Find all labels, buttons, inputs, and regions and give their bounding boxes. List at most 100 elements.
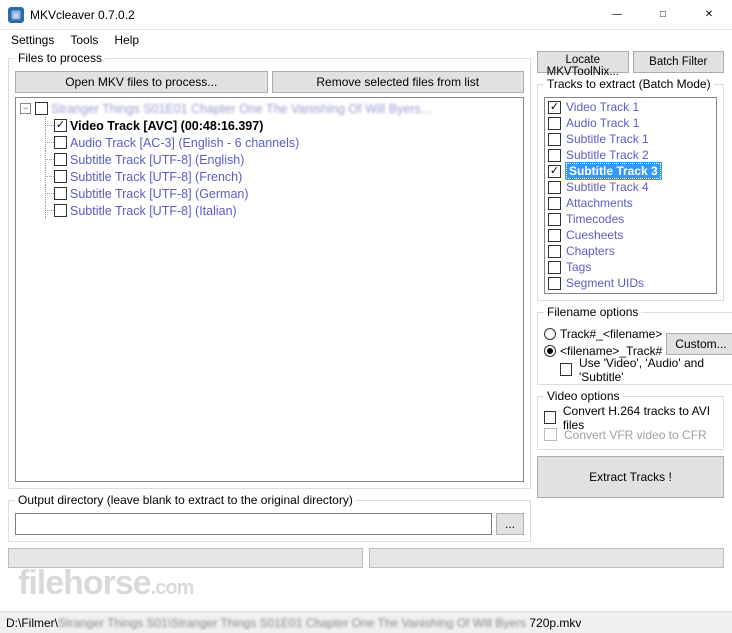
filename-opts-legend: Filename options [544, 305, 641, 319]
track-label: Subtitle Track [UTF-8] (French) [70, 170, 242, 184]
maximize-button[interactable]: □ [640, 0, 686, 29]
extract-track-checkbox[interactable] [548, 213, 561, 226]
extract-track-label: Subtitle Track 4 [566, 180, 649, 194]
extract-track-label: Subtitle Track 1 [566, 132, 649, 146]
use-names-checkbox[interactable] [560, 363, 572, 376]
tree-track-row[interactable]: Subtitle Track [UTF-8] (Italian) [16, 202, 523, 219]
extract-track-row[interactable]: Chapters [545, 243, 716, 259]
extract-track-label: Chapters [566, 244, 615, 258]
extract-track-row[interactable]: Subtitle Track 3 [545, 163, 716, 179]
collapse-icon[interactable]: − [20, 103, 31, 114]
files-legend: Files to process [15, 51, 105, 65]
close-button[interactable]: ✕ [686, 0, 732, 29]
tree-track-row[interactable]: Subtitle Track [UTF-8] (English) [16, 151, 523, 168]
tree-guide-icon [40, 168, 54, 185]
extract-track-row[interactable]: Timecodes [545, 211, 716, 227]
extract-track-row[interactable]: Attachments [545, 195, 716, 211]
progress-bar-left [8, 548, 363, 568]
convert-vfr-checkbox [544, 428, 557, 441]
radio-filename-first[interactable] [544, 345, 556, 357]
extract-track-label: Attachments [566, 196, 633, 210]
extract-track-row[interactable]: Subtitle Track 1 [545, 131, 716, 147]
convert-vfr-label: Convert VFR video to CFR [564, 428, 707, 442]
window-title: MKVcleaver 0.7.0.2 [30, 8, 594, 22]
extract-track-checkbox[interactable] [548, 245, 561, 258]
radio-track-first-label: Track#_<filename> [560, 327, 662, 341]
extract-track-checkbox[interactable] [548, 165, 561, 178]
extract-track-checkbox[interactable] [548, 117, 561, 130]
extract-track-row[interactable]: Cuesheets [545, 227, 716, 243]
minimize-button[interactable]: — [594, 0, 640, 29]
extract-track-label: Segment UIDs [566, 276, 644, 290]
watermark: filehorse.com [18, 564, 193, 603]
track-label: Video Track [AVC] (00:48:16.397) [70, 119, 263, 133]
convert-h264-checkbox[interactable] [544, 411, 556, 424]
menu-tools[interactable]: Tools [63, 32, 105, 48]
extract-track-checkbox[interactable] [548, 277, 561, 290]
files-to-process-group: Files to process Open MKV files to proce… [8, 51, 531, 489]
extract-track-checkbox[interactable] [548, 101, 561, 114]
statusbar: D:\Filmer\Stranger Things S01\Stranger T… [0, 611, 732, 633]
tree-file-row[interactable]: − Stranger Things S01E01 Chapter One The… [16, 100, 523, 117]
extract-track-row[interactable]: Subtitle Track 4 [545, 179, 716, 195]
remove-selected-button[interactable]: Remove selected files from list [272, 71, 525, 93]
tracks-extract-list[interactable]: Video Track 1Audio Track 1Subtitle Track… [544, 97, 717, 294]
track-checkbox[interactable] [54, 170, 67, 183]
file-tree[interactable]: − Stranger Things S01E01 Chapter One The… [15, 97, 524, 482]
video-options-group: Video options Convert H.264 tracks to AV… [537, 389, 724, 450]
tree-track-row[interactable]: Audio Track [AC-3] (English - 6 channels… [16, 134, 523, 151]
track-checkbox[interactable] [54, 187, 67, 200]
radio-track-first[interactable] [544, 328, 556, 340]
track-checkbox[interactable] [54, 136, 67, 149]
extract-track-row[interactable]: Subtitle Track 2 [545, 147, 716, 163]
extract-track-label: Subtitle Track 2 [566, 148, 649, 162]
file-checkbox[interactable] [35, 102, 48, 115]
extract-track-row[interactable]: Audio Track 1 [545, 115, 716, 131]
titlebar: M MKVcleaver 0.7.0.2 — □ ✕ [0, 0, 732, 30]
output-legend: Output directory (leave blank to extract… [15, 493, 356, 507]
browse-button[interactable]: ... [496, 513, 524, 535]
track-label: Subtitle Track [UTF-8] (Italian) [70, 204, 237, 218]
extract-track-label: Video Track 1 [566, 100, 639, 114]
video-opts-legend: Video options [544, 389, 623, 403]
extract-track-row[interactable]: Video Track 1 [545, 99, 716, 115]
extract-tracks-button[interactable]: Extract Tracks ! [537, 456, 724, 498]
track-checkbox[interactable] [54, 153, 67, 166]
track-label: Audio Track [AC-3] (English - 6 channels… [70, 136, 299, 150]
output-directory-input[interactable] [15, 513, 492, 535]
progress-bar-right [369, 548, 724, 568]
extract-track-checkbox[interactable] [548, 229, 561, 242]
track-label: Subtitle Track [UTF-8] (English) [70, 153, 244, 167]
status-path-suffix: 720p.mkv [529, 616, 581, 630]
tree-guide-icon [40, 185, 54, 202]
tree-guide-icon [40, 151, 54, 168]
tree-guide-icon [40, 134, 54, 151]
tree-track-row[interactable]: Video Track [AVC] (00:48:16.397) [16, 117, 523, 134]
custom-filename-button[interactable]: Custom... [666, 333, 732, 355]
extract-track-checkbox[interactable] [548, 181, 561, 194]
tree-guide-icon [40, 117, 54, 134]
extract-track-row[interactable]: Tags [545, 259, 716, 275]
tree-track-row[interactable]: Subtitle Track [UTF-8] (German) [16, 185, 523, 202]
locate-mkvtoolnix-button[interactable]: Locate MKVToolNix... [537, 51, 629, 73]
svg-text:M: M [14, 14, 19, 20]
extract-track-checkbox[interactable] [548, 149, 561, 162]
tree-track-row[interactable]: Subtitle Track [UTF-8] (French) [16, 168, 523, 185]
extract-track-checkbox[interactable] [548, 261, 561, 274]
menu-help[interactable]: Help [107, 32, 146, 48]
menu-settings[interactable]: Settings [4, 32, 61, 48]
tracks-to-extract-group: Tracks to extract (Batch Mode) Video Tra… [537, 77, 724, 301]
output-directory-group: Output directory (leave blank to extract… [8, 493, 531, 542]
extract-track-checkbox[interactable] [548, 197, 561, 210]
use-names-label: Use 'Video', 'Audio' and 'Subtitle' [579, 356, 732, 384]
track-checkbox[interactable] [54, 119, 67, 132]
extract-track-checkbox[interactable] [548, 133, 561, 146]
open-mkv-button[interactable]: Open MKV files to process... [15, 71, 268, 93]
menubar: Settings Tools Help [0, 30, 732, 49]
extract-track-label: Tags [566, 260, 591, 274]
extract-track-row[interactable]: Segment UIDs [545, 275, 716, 291]
extract-track-label: Subtitle Track 3 [566, 163, 661, 179]
track-checkbox[interactable] [54, 204, 67, 217]
status-path-prefix: D:\Filmer\ [6, 616, 58, 630]
batch-filter-button[interactable]: Batch Filter [633, 51, 725, 73]
